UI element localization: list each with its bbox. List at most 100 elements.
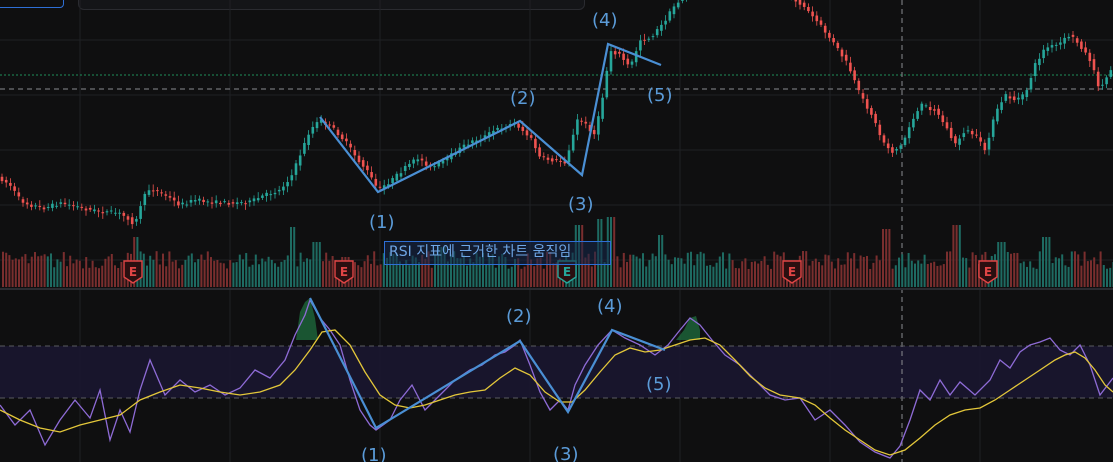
candle-body (983, 142, 987, 151)
candle-body (4, 179, 8, 183)
candle-body (576, 119, 579, 135)
price-rsi-chart[interactable]: E E E E E (1) (2) (3) (4) (5) (1) (2) (3) (4… (0, 0, 1113, 462)
rsi-wave-label-2: (2) (506, 306, 532, 327)
volume-bar (616, 256, 619, 287)
volume-bar (776, 254, 779, 287)
volume-bar (677, 257, 680, 287)
volume-bar (875, 255, 878, 287)
candle-body (534, 138, 537, 149)
candle-body (1012, 96, 1016, 101)
candle-body (933, 109, 936, 111)
volume-bar (1048, 237, 1051, 287)
candle-body (844, 54, 848, 61)
volume-bar (834, 268, 836, 287)
volume-bar (590, 266, 593, 287)
candle-body (660, 24, 663, 31)
volume-bar (696, 254, 699, 287)
volume-bar (728, 253, 731, 287)
volume-bar (686, 252, 689, 287)
volume-bar (907, 253, 910, 287)
volume-bar (674, 257, 676, 287)
price-wave-label-4: (4) (592, 10, 618, 31)
candle-body (17, 192, 21, 197)
volume-bar (238, 254, 241, 287)
volume-bar (187, 255, 190, 287)
candle-body (172, 197, 176, 201)
volume-bar (402, 264, 404, 287)
volume-bar (75, 259, 78, 287)
volume-bar (213, 260, 216, 287)
price-wave-label-3: (3) (568, 194, 594, 215)
candle-body (525, 130, 529, 136)
volume-bar (1022, 261, 1025, 287)
candle-body (185, 204, 189, 206)
candle-body (403, 165, 407, 171)
candle-body (97, 210, 100, 212)
volume-bar (1038, 251, 1041, 287)
volume-bar (171, 261, 174, 287)
volume-bar (914, 263, 916, 287)
volume-bar (923, 254, 926, 287)
candle-body (122, 212, 126, 216)
volume-bar (85, 257, 88, 287)
candle-body (462, 144, 466, 148)
volume-bar (232, 262, 235, 287)
volume-bar (930, 262, 932, 287)
candle-body (135, 218, 138, 222)
volume-bar (117, 268, 120, 287)
volume-bar (1029, 261, 1032, 287)
candle-body (865, 99, 869, 109)
volume-bar (862, 257, 865, 287)
volume-bar (494, 267, 497, 287)
rsi-wave-label-5: (5) (646, 374, 672, 395)
volume-bar (354, 262, 356, 287)
candle-body (139, 206, 142, 219)
candle-body (823, 25, 827, 33)
annotation-banner[interactable]: RSI 지표에 근거한 차트 움직임 (384, 241, 611, 265)
volume-bar (1010, 253, 1012, 287)
volume-bar (312, 242, 315, 287)
candle-body (21, 199, 25, 203)
candle-body (265, 192, 268, 197)
volume-bar (293, 227, 296, 287)
volume-bar (738, 268, 740, 287)
volume-bar (962, 257, 964, 287)
volume-bar (206, 251, 209, 287)
candle-body (1101, 84, 1104, 86)
earnings-label: E (984, 265, 992, 279)
candle-body (828, 32, 831, 38)
candle-body (307, 134, 310, 145)
candle-body (1067, 36, 1071, 39)
candle-body (802, 2, 806, 7)
volume-bar (251, 264, 254, 287)
volume-bar (661, 235, 664, 287)
volume-bar (286, 255, 289, 287)
candle-body (399, 173, 403, 177)
candle-body (1017, 97, 1020, 100)
volume-bar (645, 266, 648, 287)
candle-body (647, 38, 651, 40)
volume-bar (290, 227, 292, 287)
volume-bar (363, 261, 366, 287)
earnings-label: E (788, 265, 796, 279)
candle-body (433, 166, 436, 168)
candle-body (622, 53, 625, 60)
volume-bar (357, 265, 360, 287)
volume-bar (552, 263, 555, 287)
volume-bar (718, 256, 721, 287)
volume-bar (725, 268, 728, 287)
volume-bar (94, 267, 97, 287)
volume-bar (683, 263, 686, 287)
volume-bar (155, 251, 158, 287)
volume-bar (808, 265, 811, 287)
candle-body (76, 206, 79, 208)
volume-bar (837, 258, 840, 287)
candle-body (420, 158, 424, 161)
volume-bar (8, 255, 11, 287)
candle-body (1105, 77, 1108, 85)
candle-body (668, 11, 672, 21)
volume-bar (866, 255, 868, 287)
volume-bar (277, 266, 280, 287)
rsi-wave-label-1: (1) (361, 445, 387, 462)
volume-bar (190, 253, 193, 287)
